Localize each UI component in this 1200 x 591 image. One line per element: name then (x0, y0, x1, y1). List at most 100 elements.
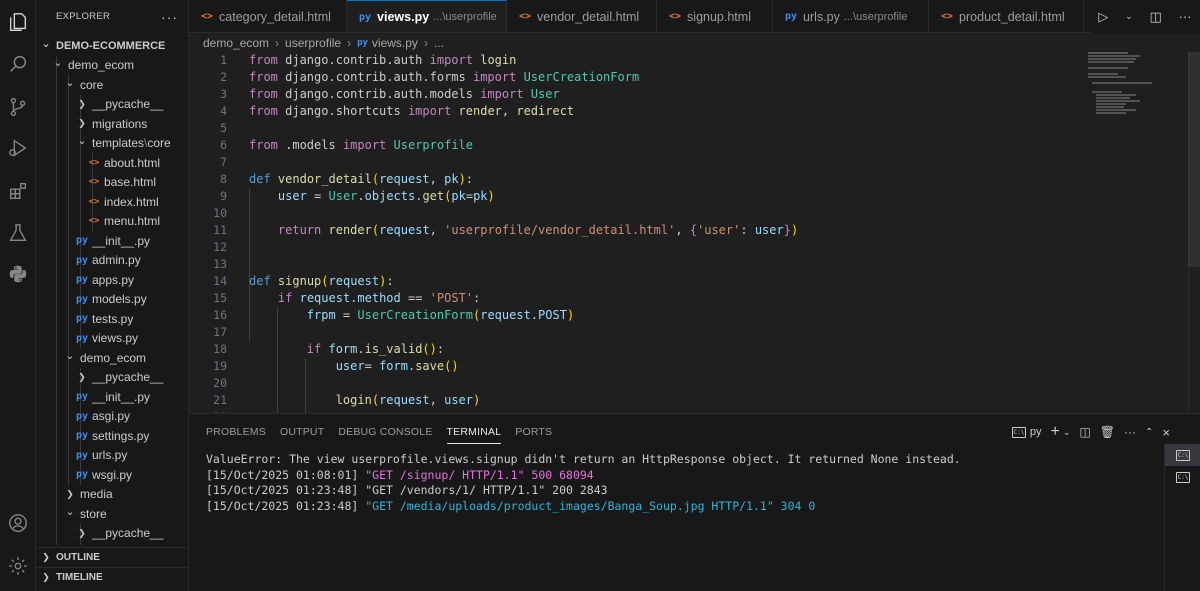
panel-tab-terminal[interactable]: TERMINAL (446, 414, 502, 450)
source-control-icon[interactable] (0, 89, 36, 125)
trash-icon[interactable]: 🗑 (1100, 425, 1115, 439)
code-token: , (501, 104, 517, 118)
line-number: 4 (220, 104, 227, 118)
new-terminal-icon[interactable]: + (1051, 423, 1060, 441)
settings-gear-icon[interactable] (0, 548, 36, 584)
code-line[interactable]: def signup(request): (249, 273, 394, 290)
scrollbar-thumb[interactable] (1188, 52, 1200, 267)
tree-file[interactable]: py admin.py (36, 251, 188, 271)
terminal-list-item[interactable]: C:\ (1165, 444, 1200, 466)
code-token: def (249, 274, 271, 288)
panel-tab-debug-console[interactable]: DEBUG CONSOLE (338, 414, 432, 450)
tree-folder[interactable]: ⌄ store (36, 504, 188, 524)
tree-folder[interactable]: ❯migrations (36, 543, 188, 545)
tree-folder[interactable]: ❯ media (36, 485, 188, 505)
code-line[interactable]: if request.method == 'POST': (249, 290, 480, 307)
panel-tab-ports[interactable]: PORTS (515, 414, 552, 450)
tree-file[interactable]: py wsgi.py (36, 465, 188, 485)
panel-tab-output[interactable]: OUTPUT (280, 414, 324, 450)
terminal-list-item[interactable]: C:\ (1165, 466, 1200, 488)
chevron-down-icon[interactable]: ⌄ (1063, 427, 1071, 438)
chevron-up-icon[interactable]: ⌃ (1145, 427, 1153, 438)
editor-tab[interactable]: <> product_detail.html (929, 0, 1084, 32)
tree-file[interactable]: <> about.html (36, 153, 188, 173)
tree-file[interactable]: py __init__.py (36, 387, 188, 407)
breadcrumb-item[interactable]: demo_ecom (203, 36, 269, 50)
tree-item-label: wsgi.py (92, 467, 133, 482)
tree-folder[interactable]: ❯ __pycache__ (36, 368, 188, 388)
tree-file[interactable]: py tests.py (36, 309, 188, 329)
code-line[interactable]: if form.is_valid(): (249, 341, 444, 358)
editor-tab[interactable]: py urls.py ...\userprofile (773, 0, 929, 32)
tree-file[interactable]: <> base.html (36, 173, 188, 193)
tree-folder[interactable]: ❯migrations (36, 114, 188, 134)
tree-file[interactable]: py models.py (36, 290, 188, 310)
more-actions-icon[interactable]: ··· (1179, 9, 1192, 24)
tree-file[interactable]: py apps.py (36, 270, 188, 290)
breadcrumb-item[interactable]: views.py (372, 36, 418, 50)
run-debug-icon[interactable] (0, 130, 36, 166)
chevron-down-icon[interactable]: ⌄ (1125, 11, 1133, 22)
panel-tab-problems[interactable]: PROBLEMS (206, 414, 266, 450)
tree-file[interactable]: <> menu.html (36, 212, 188, 232)
tree-folder[interactable]: ⌄ demo_ecom (36, 348, 188, 368)
code-line[interactable]: from .models import Userprofile (249, 137, 473, 154)
code-token: ( (321, 274, 329, 288)
close-icon[interactable]: × (1162, 425, 1170, 440)
code-line[interactable]: def vendor_detail(request, pk): (249, 171, 473, 188)
tree-file[interactable]: py asgi.py (36, 407, 188, 427)
tree-folder[interactable]: ⌄ core (36, 75, 188, 95)
line-number: 3 (220, 87, 227, 101)
extensions-icon[interactable] (0, 173, 36, 209)
breadcrumb-item[interactable]: ... (434, 36, 444, 50)
editor-tab[interactable]: pyviews.py...\userprofile× (347, 0, 516, 32)
outline-section[interactable]: ❯ OUTLINE (36, 547, 188, 567)
python-icon[interactable] (0, 256, 36, 292)
code-line[interactable]: from django.contrib.auth.models import U… (249, 86, 560, 103)
code-line[interactable]: user= form.save() (249, 358, 459, 375)
bottom-panel: PROBLEMS OUTPUT DEBUG CONSOLE TERMINAL PORTS… (189, 413, 1200, 591)
editor-scrollbar[interactable] (1188, 52, 1200, 413)
code-line[interactable]: from django.shortcuts import render, red… (249, 103, 574, 120)
tree-file[interactable]: <> index.html (36, 192, 188, 212)
tree-folder[interactable]: ⌄ demo_ecom (36, 56, 188, 76)
search-icon[interactable] (0, 46, 36, 82)
explorer-icon[interactable] (0, 4, 36, 40)
tree-file[interactable]: py urls.py (36, 446, 188, 466)
tree-item-label: base.html (104, 175, 157, 190)
account-icon[interactable] (0, 505, 36, 541)
explorer-header: EXPLORER ··· (36, 0, 188, 33)
tree-folder[interactable]: ❯ __pycache__ (36, 95, 188, 115)
code-token: . (357, 342, 365, 356)
code-line[interactable]: frpm = UserCreationForm(request.POST) (249, 307, 574, 324)
code-line[interactable]: login(request, user) (249, 392, 481, 409)
minimap[interactable] (1088, 52, 1188, 122)
tree-folder[interactable]: ⌄ templates \ core (36, 134, 188, 154)
editor-actions: ▷ ⌄ ◫ ··· (1090, 0, 1200, 33)
editor-tab[interactable]: <> vendor_detail.html (507, 0, 657, 32)
more-actions-icon[interactable]: ··· (161, 9, 178, 25)
code-line[interactable]: from django.contrib.auth import login (249, 52, 516, 69)
code-token: = (465, 189, 474, 203)
code-editor[interactable]: 12345678910111213141516171819202122 from… (189, 52, 1200, 413)
editor-tab[interactable]: <> signup.html (657, 0, 773, 32)
more-actions-icon[interactable]: ··· (1124, 425, 1136, 439)
tree-file[interactable]: py settings.py (36, 426, 188, 446)
run-icon[interactable]: ▷ (1098, 9, 1108, 25)
breadcrumb-item[interactable]: userprofile (285, 36, 341, 50)
terminal-output[interactable]: ValueError: The view userprofile.views.s… (206, 452, 961, 514)
tree-file[interactable]: py __init__.py (36, 231, 188, 251)
shell-label[interactable]: py (1030, 426, 1042, 438)
timeline-section[interactable]: ❯ TIMELINE (36, 567, 188, 587)
testing-icon[interactable] (0, 215, 36, 251)
terminal-icon[interactable]: C:\ (1011, 426, 1026, 438)
editor-tab[interactable]: <> category_detail.html (189, 0, 347, 32)
workspace-root[interactable]: ⌄ DEMO-ECOMMERCE (36, 36, 188, 56)
tree-file[interactable]: py views.py (36, 329, 188, 349)
split-terminal-icon[interactable]: ◫ (1079, 425, 1090, 439)
code-line[interactable]: user = User.objects.get(pk=pk) (249, 188, 495, 205)
tree-folder[interactable]: ❯ __pycache__ (36, 524, 188, 544)
split-editor-icon[interactable]: ◫ (1150, 9, 1162, 25)
code-line[interactable]: from django.contrib.auth.forms import Us… (249, 69, 639, 86)
code-line[interactable]: return render(request, 'userprofile/vend… (249, 222, 798, 239)
